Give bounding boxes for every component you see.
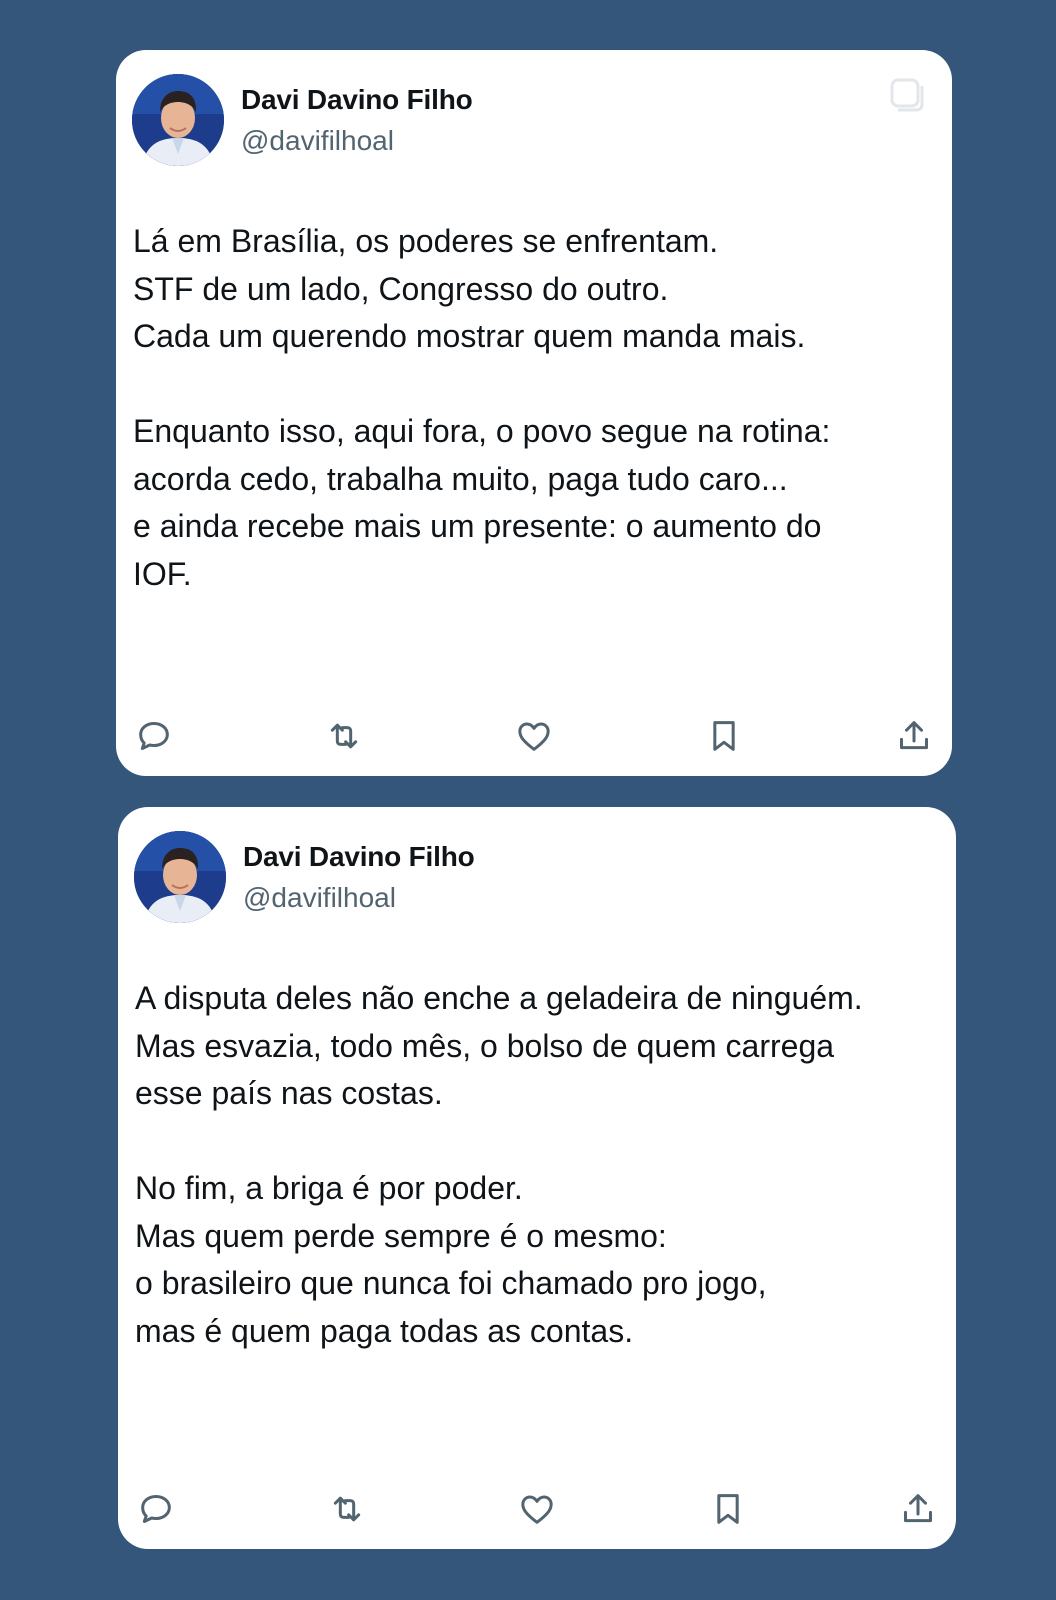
avatar[interactable] — [132, 74, 224, 166]
heart-icon — [518, 722, 550, 751]
tweet-actions — [134, 1487, 940, 1531]
author-handle[interactable]: @davifilhoal — [243, 882, 396, 914]
avatar[interactable] — [134, 831, 226, 923]
retweet-icon — [330, 723, 358, 749]
retweet-icon — [333, 1496, 360, 1522]
share-icon — [904, 1494, 932, 1523]
reply-icon — [139, 722, 169, 750]
share-icon — [900, 721, 928, 750]
reply-button[interactable] — [134, 1487, 178, 1531]
heart-icon — [521, 1495, 553, 1524]
reply-button[interactable] — [132, 714, 176, 758]
reply-icon — [141, 1495, 171, 1523]
tweet-text: A disputa deles não enche a geladeira de… — [135, 975, 925, 1355]
tweet-actions — [132, 714, 936, 758]
bookmark-button[interactable] — [702, 714, 746, 758]
author-name[interactable]: Davi Davino Filho — [241, 84, 473, 116]
tweet-paragraph: A disputa deles não enche a geladeira de… — [135, 980, 863, 1111]
retweet-button[interactable] — [322, 714, 366, 758]
bookmark-icon — [716, 1494, 739, 1524]
tweet-paragraph: No fim, a briga é por poder. Mas quem pe… — [135, 1170, 767, 1349]
like-button[interactable] — [515, 1487, 559, 1531]
tweet-paragraph: Enquanto isso, aqui fora, o povo segue n… — [133, 413, 831, 592]
tweet-card: Davi Davino Filho @davifilhoal A disputa… — [118, 807, 956, 1549]
share-button[interactable] — [892, 714, 936, 758]
author-name[interactable]: Davi Davino Filho — [243, 841, 475, 873]
share-button[interactable] — [896, 1487, 940, 1531]
tweet-card: Davi Davino Filho @davifilhoal Lá em Bra… — [116, 50, 952, 776]
tweet-text: Lá em Brasília, os poderes se enfrentam.… — [133, 218, 923, 598]
bookmark-button[interactable] — [706, 1487, 750, 1531]
retweet-button[interactable] — [325, 1487, 369, 1531]
like-button[interactable] — [512, 714, 556, 758]
copy-icon[interactable] — [886, 74, 930, 118]
author-handle[interactable]: @davifilhoal — [241, 125, 394, 157]
bookmark-icon — [713, 721, 735, 751]
tweet-paragraph: Lá em Brasília, os poderes se enfrentam.… — [133, 223, 806, 354]
